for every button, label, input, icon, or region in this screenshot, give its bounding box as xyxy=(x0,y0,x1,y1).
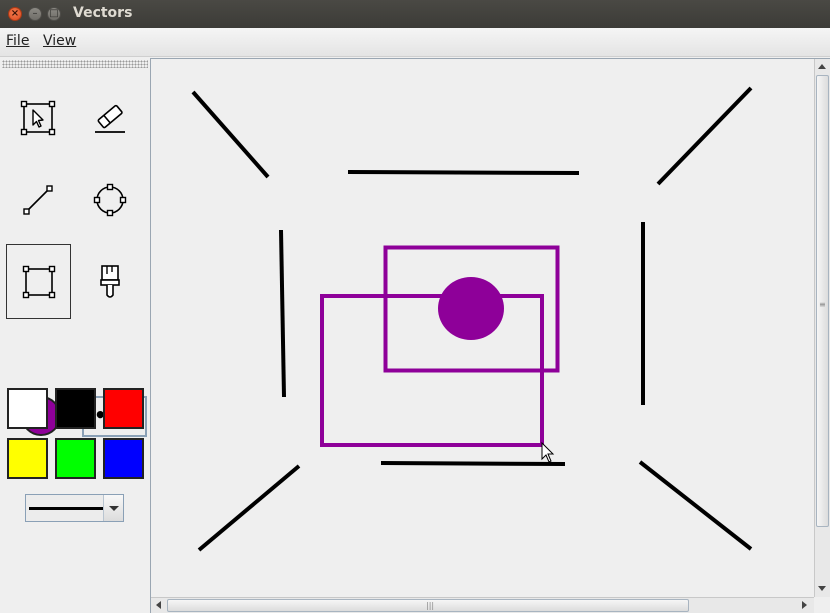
paintbrush-icon xyxy=(100,265,120,298)
drawn-line xyxy=(638,460,753,551)
maximize-window-button[interactable]: □ xyxy=(47,7,61,21)
mouse-cursor-icon xyxy=(541,441,555,463)
menu-view[interactable]: View xyxy=(43,33,76,49)
scroll-down-icon[interactable] xyxy=(818,586,826,591)
drawn-line xyxy=(191,90,270,179)
eraser-tool-button[interactable] xyxy=(78,80,142,154)
color-swatch-yellow[interactable] xyxy=(7,438,48,479)
scroll-up-icon[interactable] xyxy=(818,64,826,69)
dropdown-arrow-button[interactable] xyxy=(103,495,123,521)
tool-palette: ••• xyxy=(0,58,150,613)
drawn-line xyxy=(380,461,566,466)
ellipse-tool-button[interactable] xyxy=(78,162,142,236)
vertical-scroll-thumb[interactable]: ≡ xyxy=(816,75,829,527)
menu-file[interactable]: File xyxy=(6,33,29,49)
drawing-canvas[interactable] xyxy=(151,59,815,597)
rectangle-tool-button[interactable] xyxy=(6,244,71,319)
drawn-line xyxy=(279,229,286,398)
title-bar: × – □ Vectors xyxy=(0,0,830,28)
select-icon xyxy=(20,100,56,136)
window-title: Vectors xyxy=(73,5,133,21)
stroke-width-select[interactable] xyxy=(25,494,124,522)
ellipse-icon xyxy=(93,183,127,217)
drawn-line xyxy=(197,464,301,552)
menu-bar: File View xyxy=(0,28,830,57)
color-swatch-black[interactable] xyxy=(55,388,96,429)
color-swatch-red[interactable] xyxy=(103,388,144,429)
line-icon xyxy=(23,185,53,215)
grip-icon: ||| xyxy=(426,601,435,610)
drawn-line xyxy=(347,170,580,175)
select-tool-button[interactable] xyxy=(6,80,70,154)
chevron-down-icon xyxy=(109,506,119,511)
drawing-area: ≡ ||| xyxy=(150,58,830,613)
drawn-line xyxy=(656,86,753,186)
stroke-width-preview xyxy=(29,507,105,510)
canvas-shapes xyxy=(191,86,753,552)
horizontal-scroll-thumb[interactable]: ||| xyxy=(167,599,689,612)
toolbar-grip[interactable] xyxy=(2,60,148,68)
scroll-right-icon[interactable] xyxy=(802,601,807,609)
vertical-scrollbar[interactable]: ≡ xyxy=(814,59,830,597)
line-tool-button[interactable] xyxy=(6,162,70,236)
color-swatch-green[interactable] xyxy=(55,438,96,479)
horizontal-scrollbar[interactable]: ||| xyxy=(151,597,814,613)
scroll-left-icon[interactable] xyxy=(156,601,161,609)
drawn-ellipse xyxy=(438,277,504,340)
color-swatch-white[interactable] xyxy=(7,388,48,429)
grip-icon: ≡ xyxy=(819,300,826,309)
menu-view-label: View xyxy=(43,33,77,49)
close-window-button[interactable]: × xyxy=(8,7,22,21)
menu-file-label: File xyxy=(6,33,30,49)
color-swatch-blue[interactable] xyxy=(103,438,144,479)
eraser-icon xyxy=(95,104,125,133)
minimize-window-button[interactable]: – xyxy=(28,7,42,21)
fill-tool-button[interactable] xyxy=(78,244,142,318)
rectangle-icon xyxy=(22,265,56,299)
